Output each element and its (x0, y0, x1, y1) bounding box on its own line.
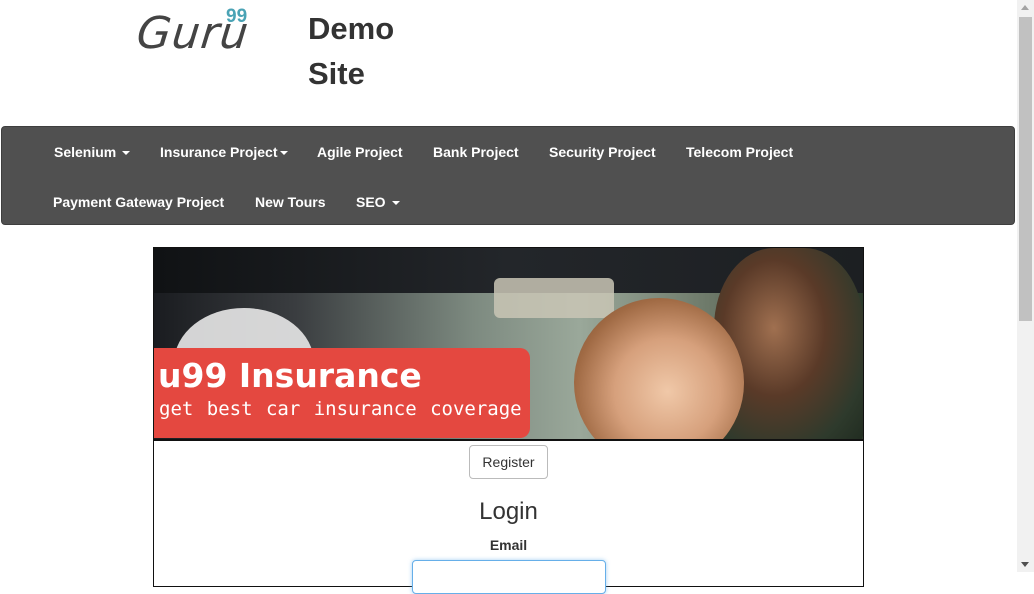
nav-item-insurance-project[interactable]: Insurance Project (160, 144, 288, 160)
banner-red-label: u99 Insurance get best car insurance cov… (154, 348, 530, 438)
nav-item-label: Telecom Project (686, 144, 794, 160)
nav-item-security-project[interactable]: Security Project (549, 144, 656, 160)
nav-item-label: Payment Gateway Project (53, 194, 225, 210)
nav-item-seo[interactable]: SEO (356, 194, 400, 210)
vertical-scrollbar[interactable] (1017, 0, 1034, 572)
scroll-down-icon[interactable] (1021, 562, 1029, 567)
banner-windshield (494, 278, 614, 318)
banner-subtitle: get best car insurance coverage (159, 398, 522, 420)
insurance-banner-image: u99 Insurance get best car insurance cov… (154, 248, 863, 441)
site-title: Demo Site (308, 6, 448, 96)
scroll-up-icon[interactable] (1021, 5, 1029, 10)
nav-item-label: Agile Project (317, 144, 403, 160)
content-frame: u99 Insurance get best car insurance cov… (153, 247, 864, 594)
nav-item-label: Selenium (54, 144, 117, 160)
chevron-down-icon (391, 201, 400, 206)
nav-item-label: New Tours (255, 194, 326, 210)
nav-item-payment-gateway-project[interactable]: Payment Gateway Project (53, 194, 224, 210)
nav-item-new-tours[interactable]: New Tours (255, 194, 326, 210)
chevron-down-icon (279, 151, 288, 156)
nav-item-bank-project[interactable]: Bank Project (433, 144, 519, 160)
nav-item-selenium[interactable]: Selenium (54, 144, 131, 160)
nav-item-agile-project[interactable]: Agile Project (317, 144, 403, 160)
nav-item-telecom-project[interactable]: Telecom Project (686, 144, 793, 160)
email-input[interactable] (412, 560, 606, 594)
nav-item-label: Security Project (549, 144, 656, 160)
logo-superscript: 99 (226, 6, 248, 27)
chevron-down-icon (122, 151, 131, 156)
email-label: Email (489, 537, 528, 553)
guru99-logo[interactable]: Guru 99 (134, 4, 267, 64)
nav-item-label: Insurance Project (160, 144, 278, 160)
nav-item-label: Bank Project (433, 144, 519, 160)
scrollbar-thumb[interactable] (1019, 17, 1032, 321)
site-title-line1: Demo (308, 11, 395, 46)
main-navbar: Selenium Insurance Project Agile Project… (1, 126, 1015, 225)
banner-title: u99 Insurance (158, 356, 422, 395)
nav-item-label: SEO (356, 194, 386, 210)
login-heading: Login (479, 498, 538, 525)
site-title-line2: Site (308, 56, 365, 91)
register-button[interactable]: Register (469, 445, 548, 479)
